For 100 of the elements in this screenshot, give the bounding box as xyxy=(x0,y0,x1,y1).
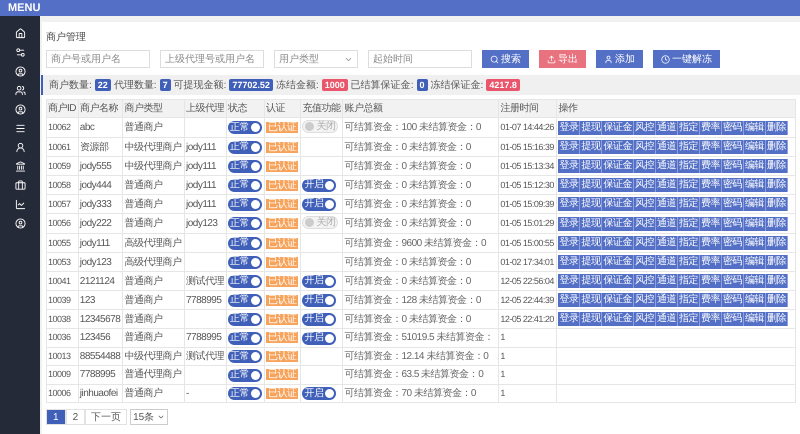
row-action-button[interactable]: 编辑 xyxy=(744,293,766,307)
row-action-button[interactable]: 通道 xyxy=(656,236,678,250)
row-action-button[interactable]: 删除 xyxy=(766,236,788,250)
row-action-button[interactable]: 风控 xyxy=(634,255,656,269)
row-action-button[interactable]: 通道 xyxy=(656,178,678,192)
row-action-button[interactable]: 密码 xyxy=(722,255,744,269)
row-action-button[interactable]: 编辑 xyxy=(744,255,766,269)
toggle-switch[interactable]: 开启 xyxy=(302,332,336,344)
row-action-button[interactable]: 提现 xyxy=(580,255,602,269)
row-action-button[interactable]: 密码 xyxy=(722,293,744,307)
row-action-button[interactable]: 指定 xyxy=(678,140,700,154)
row-action-button[interactable]: 编辑 xyxy=(744,120,766,134)
row-action-button[interactable]: 编辑 xyxy=(744,274,766,288)
toggle-switch[interactable]: 正常 xyxy=(228,198,262,211)
row-action-button[interactable]: 保证金 xyxy=(602,293,634,307)
row-action-button[interactable]: 提现 xyxy=(580,274,602,288)
user-circle-icon[interactable] xyxy=(14,104,26,115)
row-action-button[interactable]: 编辑 xyxy=(744,159,766,173)
user-icon[interactable] xyxy=(14,142,26,153)
settings-icon[interactable] xyxy=(14,47,26,58)
row-action-button[interactable]: 登录 xyxy=(558,120,580,134)
action-button[interactable]: 导出 xyxy=(539,50,586,68)
row-action-button[interactable]: 风控 xyxy=(634,216,656,230)
row-action-button[interactable]: 登录 xyxy=(558,236,580,250)
row-action-button[interactable]: 指定 xyxy=(678,216,700,230)
search-field[interactable]: 起始时间 xyxy=(368,50,472,68)
row-action-button[interactable]: 密码 xyxy=(722,236,744,250)
row-action-button[interactable]: 提现 xyxy=(580,140,602,154)
row-action-button[interactable]: 密码 xyxy=(722,140,744,154)
row-action-button[interactable]: 删除 xyxy=(766,178,788,192)
toggle-switch[interactable]: 正常 xyxy=(228,368,262,382)
row-action-button[interactable]: 风控 xyxy=(634,274,656,288)
page-button[interactable]: 1 xyxy=(46,409,66,425)
row-action-button[interactable]: 指定 xyxy=(678,120,700,134)
toggle-switch[interactable]: 开启 xyxy=(302,294,336,307)
row-action-button[interactable]: 编辑 xyxy=(744,197,766,211)
row-action-button[interactable]: 通道 xyxy=(656,159,678,173)
row-action-button[interactable]: 提现 xyxy=(580,312,602,326)
menu-icon[interactable] xyxy=(14,123,26,134)
row-action-button[interactable]: 编辑 xyxy=(744,178,766,192)
row-action-button[interactable]: 密码 xyxy=(722,178,744,192)
row-action-button[interactable]: 提现 xyxy=(580,216,602,230)
row-action-button[interactable]: 密码 xyxy=(722,159,744,173)
row-action-button[interactable]: 登录 xyxy=(558,312,580,326)
row-action-button[interactable]: 风控 xyxy=(634,140,656,154)
row-action-button[interactable]: 费率 xyxy=(700,236,722,250)
row-action-button[interactable]: 通道 xyxy=(656,293,678,307)
type-select[interactable]: 用户类型 xyxy=(274,50,358,68)
toggle-switch[interactable]: 正常 xyxy=(228,312,262,326)
row-action-button[interactable]: 风控 xyxy=(634,312,656,326)
row-action-button[interactable]: 删除 xyxy=(766,120,788,134)
row-action-button[interactable]: 保证金 xyxy=(602,255,634,269)
briefcase-icon[interactable] xyxy=(14,180,26,191)
row-action-button[interactable]: 指定 xyxy=(678,236,700,250)
action-button[interactable]: 搜索 xyxy=(482,50,529,68)
row-action-button[interactable]: 提现 xyxy=(580,159,602,173)
row-action-button[interactable]: 提现 xyxy=(580,236,602,250)
row-action-button[interactable]: 登录 xyxy=(558,140,580,154)
row-action-button[interactable]: 保证金 xyxy=(602,312,634,326)
action-button[interactable]: 添加 xyxy=(596,50,643,68)
row-action-button[interactable]: 费率 xyxy=(700,159,722,173)
toggle-switch[interactable]: 正常 xyxy=(228,140,262,154)
row-action-button[interactable]: 删除 xyxy=(766,255,788,269)
toggle-switch[interactable]: 正常 xyxy=(228,160,262,173)
bank-icon[interactable] xyxy=(14,161,26,172)
row-action-button[interactable]: 密码 xyxy=(722,274,744,288)
toggle-switch[interactable]: 正常 xyxy=(228,332,262,344)
row-action-button[interactable]: 编辑 xyxy=(744,312,766,326)
row-action-button[interactable]: 费率 xyxy=(700,293,722,307)
row-action-button[interactable]: 通道 xyxy=(656,312,678,326)
page-size-select[interactable]: 15条 xyxy=(130,409,168,425)
toggle-switch[interactable]: 开启 xyxy=(302,387,336,400)
row-action-button[interactable]: 保证金 xyxy=(602,140,634,154)
row-action-button[interactable]: 登录 xyxy=(558,274,580,288)
next-page-button[interactable]: 下一页 xyxy=(85,409,128,425)
row-action-button[interactable]: 保证金 xyxy=(602,197,634,211)
row-action-button[interactable]: 保证金 xyxy=(602,178,634,192)
row-action-button[interactable]: 保证金 xyxy=(602,120,634,134)
row-action-button[interactable]: 保证金 xyxy=(602,216,634,230)
row-action-button[interactable]: 密码 xyxy=(722,197,744,211)
row-action-button[interactable]: 风控 xyxy=(634,178,656,192)
row-action-button[interactable]: 提现 xyxy=(580,197,602,211)
row-action-button[interactable]: 密码 xyxy=(722,216,744,230)
toggle-switch[interactable]: 开启 xyxy=(302,274,336,288)
row-action-button[interactable]: 费率 xyxy=(700,120,722,134)
row-action-button[interactable]: 指定 xyxy=(678,274,700,288)
toggle-switch[interactable]: 正常 xyxy=(228,217,262,230)
row-action-button[interactable]: 通道 xyxy=(656,197,678,211)
toggle-switch[interactable]: 正常 xyxy=(228,387,262,400)
row-action-button[interactable]: 风控 xyxy=(634,293,656,307)
toggle-switch[interactable]: 正常 xyxy=(228,350,262,363)
row-action-button[interactable]: 删除 xyxy=(766,274,788,288)
row-action-button[interactable]: 保证金 xyxy=(602,274,634,288)
row-action-button[interactable]: 费率 xyxy=(700,197,722,211)
search-field[interactable]: 商户号或用户名 xyxy=(46,50,150,68)
row-action-button[interactable]: 通道 xyxy=(656,120,678,134)
toggle-switch[interactable]: 正常 xyxy=(228,121,262,134)
users-icon[interactable] xyxy=(14,85,26,96)
row-action-button[interactable]: 编辑 xyxy=(744,216,766,230)
toggle-switch[interactable]: 正常 xyxy=(228,274,262,288)
